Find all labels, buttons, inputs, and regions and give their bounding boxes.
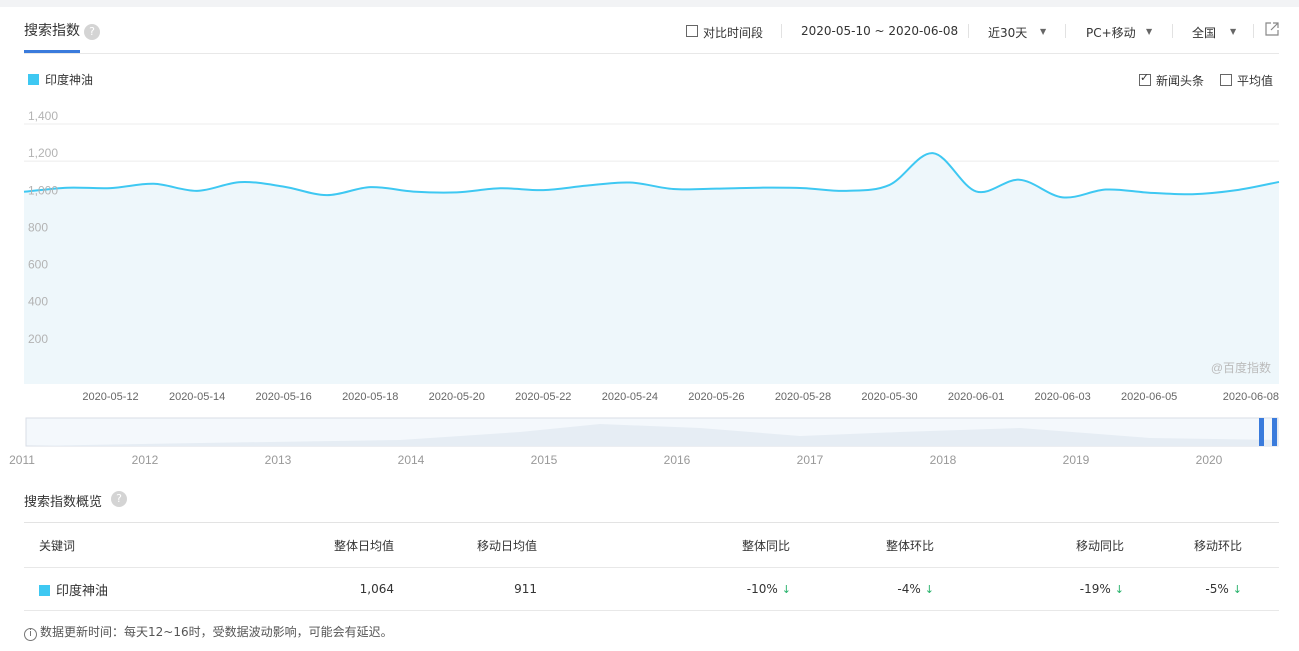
- x-tick-label: 2020-05-30: [861, 391, 917, 403]
- y-tick-label: 600: [28, 258, 48, 272]
- help-icon[interactable]: ?: [111, 491, 127, 507]
- watermark: @百度指数: [1211, 360, 1271, 375]
- y-tick-label: 200: [28, 332, 48, 346]
- column-header: 整体环比: [885, 538, 934, 553]
- y-tick-label: 1,200: [28, 146, 58, 160]
- mobile-yoy-cell: -19% ↓: [935, 568, 1125, 611]
- overview-title: 搜索指数概览: [24, 491, 102, 510]
- overall-avg-cell: 1,064: [359, 582, 394, 596]
- keyword-text: 印度神油: [56, 583, 109, 599]
- navigator-year-label: 2016: [664, 453, 691, 467]
- x-tick-label: 2020-05-26: [688, 391, 744, 403]
- navigator-year-label: 2020: [1196, 453, 1223, 467]
- x-tick-label: 2020-05-22: [515, 391, 571, 403]
- update-note-text: 数据更新时间：每天12~16时，受数据波动影响，可能会有延迟。: [40, 625, 393, 639]
- x-tick-label: 2020-05-24: [602, 391, 658, 403]
- x-axis-labels: 2020-05-12 2020-05-14 2020-05-16 2020-05-18…: [82, 391, 1279, 403]
- mobile-mom-cell: -5% ↓: [1125, 568, 1279, 611]
- navigator-year-label: 2012: [132, 453, 159, 467]
- x-tick-label: 2020-06-01: [948, 391, 1004, 403]
- column-header: 移动同比: [1075, 538, 1124, 553]
- navigator-year-label: 2014: [398, 453, 425, 467]
- column-header: 关键词: [39, 538, 76, 553]
- column-header: 移动日均值: [476, 538, 537, 553]
- mobile-avg-cell: 911: [514, 582, 537, 596]
- y-tick-label: 1,400: [28, 109, 58, 123]
- navigator-year-labels: 2011 2012 2013 2014 2015 2016 2017 2018 2019 2020: [9, 453, 1223, 467]
- arrow-down-icon: ↓: [1114, 583, 1124, 596]
- arrow-down-icon: ↓: [1232, 583, 1242, 596]
- mobile-mom-value: -5%: [1205, 582, 1229, 596]
- series-swatch: [39, 584, 50, 596]
- y-tick-label: 800: [28, 220, 48, 234]
- y-tick-label: 1,000: [28, 183, 58, 197]
- overall-yoy-value: -10%: [746, 582, 778, 596]
- overview-table: 关键词 整体日均值 移动日均值 整体同比 整体环比 移动同比 移动环比 印度神油…: [24, 522, 1279, 611]
- search-index-chart[interactable]: 1,4001,2001,000800600400200 2020-05-12 20…: [0, 0, 1299, 480]
- table-header-row: 关键词 整体日均值 移动日均值 整体同比 整体环比 移动同比 移动环比: [24, 522, 1279, 568]
- overall-mom-value: -4%: [897, 582, 921, 596]
- arrow-down-icon: ↓: [924, 583, 934, 596]
- x-tick-label: 2020-05-14: [169, 391, 225, 403]
- x-tick-label: 2020-05-20: [429, 391, 485, 403]
- x-tick-label: 2020-06-05: [1121, 391, 1177, 403]
- x-tick-label: 2020-05-16: [256, 391, 312, 403]
- navigator-handle-left[interactable]: [1259, 418, 1264, 446]
- arrow-down-icon: ↓: [781, 583, 791, 596]
- mobile-yoy-value: -19%: [1079, 582, 1111, 596]
- x-tick-label: 2020-06-08: [1223, 391, 1279, 403]
- navigator-year-label: 2019: [1063, 453, 1090, 467]
- table-row: 印度神油 1,064 911 -10% ↓ -4% ↓ -19% ↓ -5% ↓: [24, 568, 1279, 611]
- navigator-year-label: 2017: [797, 453, 824, 467]
- y-tick-label: 400: [28, 295, 48, 309]
- overview-title-text: 搜索指数概览: [24, 495, 103, 510]
- navigator-year-label: 2011: [9, 453, 35, 467]
- overall-mom-cell: -4% ↓: [791, 568, 935, 611]
- x-tick-label: 2020-05-18: [342, 391, 398, 403]
- column-header: 移动环比: [1193, 538, 1242, 553]
- column-header: 整体同比: [741, 538, 790, 553]
- x-tick-label: 2020-05-12: [82, 391, 138, 403]
- update-note: i 数据更新时间：每天12~16时，受数据波动影响，可能会有延迟。: [24, 623, 393, 641]
- x-tick-label: 2020-06-03: [1034, 391, 1090, 403]
- navigator-year-label: 2018: [930, 453, 957, 467]
- column-header: 整体日均值: [333, 538, 394, 553]
- overall-yoy-cell: -10% ↓: [538, 568, 791, 611]
- navigator-year-label: 2015: [531, 453, 558, 467]
- keyword-cell: 印度神油: [24, 568, 220, 611]
- navigator-year-label: 2013: [265, 453, 292, 467]
- x-tick-label: 2020-05-28: [775, 391, 831, 403]
- navigator-handle-right[interactable]: [1272, 418, 1277, 446]
- info-icon: i: [24, 628, 37, 641]
